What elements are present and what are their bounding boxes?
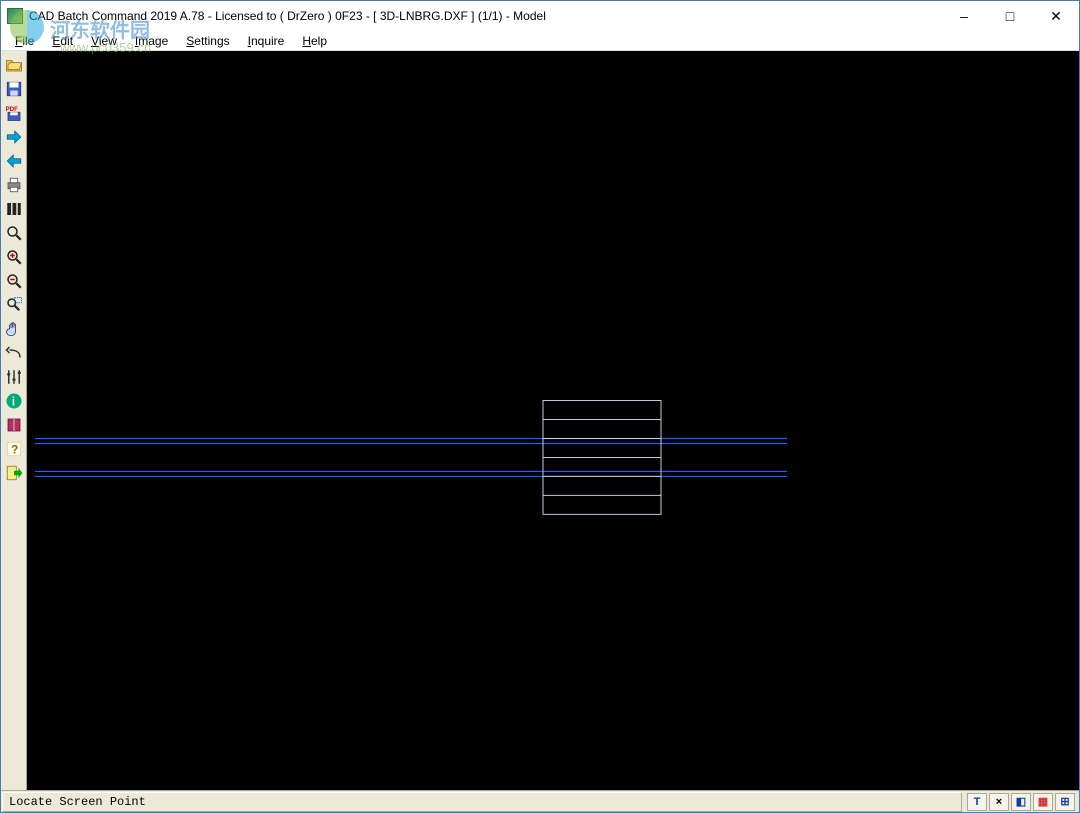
- tray-palette-icon[interactable]: ▦: [1033, 793, 1053, 811]
- maximize-button[interactable]: □: [987, 1, 1033, 31]
- menu-item-inquire[interactable]: Inquire: [240, 33, 293, 49]
- open-icon[interactable]: [2, 53, 26, 77]
- menu-item-image[interactable]: Image: [127, 33, 176, 49]
- cad-viewport[interactable]: [27, 51, 1079, 790]
- statusbar: Locate Screen Point T×◧▦⊞: [1, 790, 1079, 812]
- tray-window1-icon[interactable]: ◧: [1011, 793, 1031, 811]
- exit-icon[interactable]: [2, 461, 26, 485]
- info-icon[interactable]: [2, 389, 26, 413]
- menu-item-edit[interactable]: Edit: [44, 33, 81, 49]
- menubar: FileEditViewImageSettingsInquireHelp: [1, 31, 1079, 51]
- prev-icon[interactable]: [2, 149, 26, 173]
- titlebar: CAD Batch Command 2019 A.78 - Licensed t…: [1, 1, 1079, 31]
- app-window: CAD Batch Command 2019 A.78 - Licensed t…: [0, 0, 1080, 813]
- tray-window2-icon[interactable]: ⊞: [1055, 793, 1075, 811]
- pdf-save-icon[interactable]: [2, 101, 26, 125]
- tray-close-icon[interactable]: ×: [989, 793, 1009, 811]
- menu-item-settings[interactable]: Settings: [178, 33, 237, 49]
- print-icon[interactable]: [2, 173, 26, 197]
- line-icon[interactable]: [2, 341, 26, 365]
- app-icon: [7, 8, 23, 24]
- pan-icon[interactable]: [2, 317, 26, 341]
- zoom-icon[interactable]: [2, 221, 26, 245]
- zoom-window-icon[interactable]: [2, 293, 26, 317]
- window-controls: – □ ✕: [941, 1, 1079, 31]
- zoom-out-icon[interactable]: [2, 269, 26, 293]
- menu-item-view[interactable]: View: [83, 33, 125, 49]
- close-button[interactable]: ✕: [1033, 1, 1079, 31]
- tray-text-icon[interactable]: T: [967, 793, 987, 811]
- minimize-button[interactable]: –: [941, 1, 987, 31]
- menu-item-file[interactable]: File: [7, 33, 42, 49]
- manual-icon[interactable]: [2, 413, 26, 437]
- left-toolbar: [1, 51, 27, 790]
- sliders-icon[interactable]: [2, 365, 26, 389]
- columns-icon[interactable]: [2, 197, 26, 221]
- body-area: [1, 51, 1079, 790]
- window-title: CAD Batch Command 2019 A.78 - Licensed t…: [29, 9, 941, 23]
- zoom-in-icon[interactable]: [2, 245, 26, 269]
- cad-drawing: [27, 51, 1079, 790]
- menu-item-help[interactable]: Help: [294, 33, 335, 49]
- status-message: Locate Screen Point: [2, 792, 962, 812]
- status-tray: T×◧▦⊞: [963, 793, 1079, 811]
- save-icon[interactable]: [2, 77, 26, 101]
- help-icon[interactable]: [2, 437, 26, 461]
- next-icon[interactable]: [2, 125, 26, 149]
